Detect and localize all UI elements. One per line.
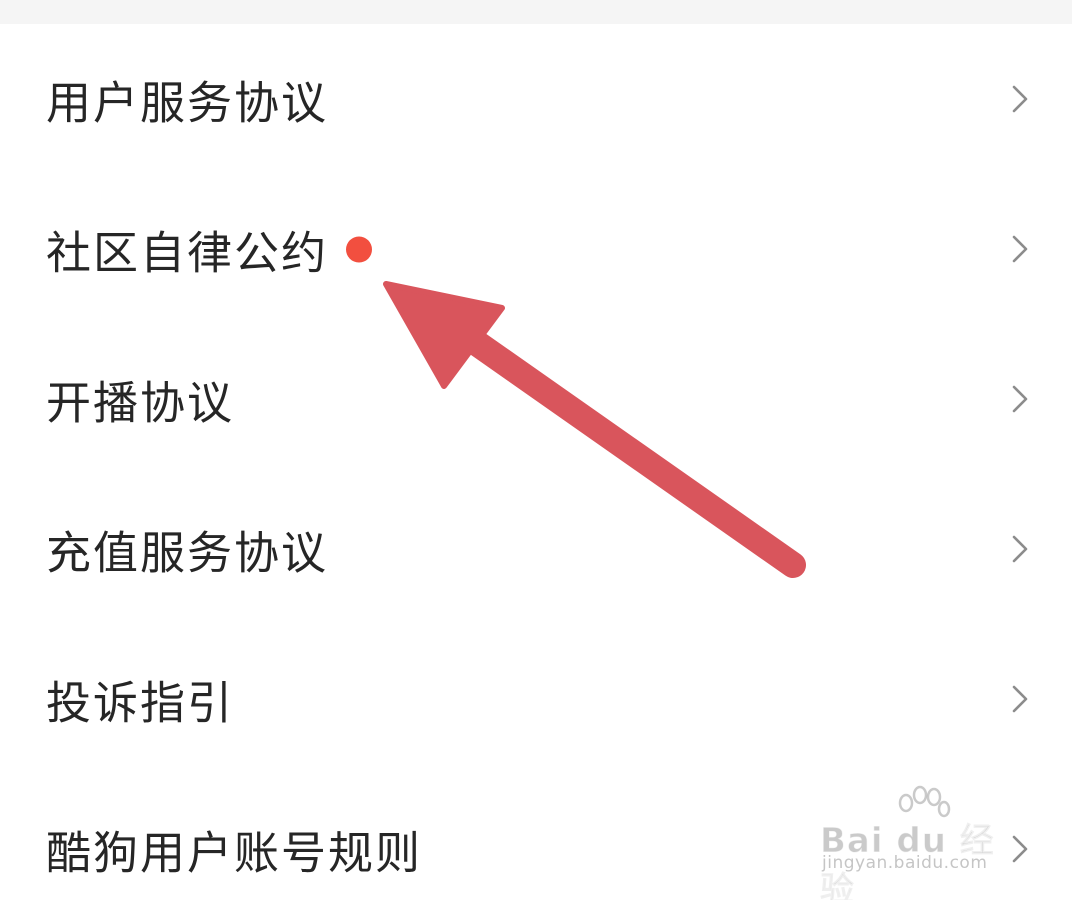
menu-item-complaint-guide[interactable]: 投诉指引 — [0, 624, 1072, 774]
chevron-right-icon — [1012, 685, 1028, 713]
chevron-right-icon — [1012, 535, 1028, 563]
chevron-right-icon — [1012, 235, 1028, 263]
menu-item-text: 开播协议 — [46, 376, 235, 430]
menu-item-kugou-account-rules[interactable]: 酷狗用户账号规则 — [0, 774, 1072, 900]
menu-item-text: 社区自律公约 — [46, 226, 329, 280]
top-divider-band — [0, 0, 1072, 24]
menu-item-text: 充值服务协议 — [46, 526, 329, 580]
menu-item-broadcast-agreement[interactable]: 开播协议 — [0, 324, 1072, 474]
chevron-right-icon — [1012, 85, 1028, 113]
menu-item-label: 社区自律公约 — [46, 217, 373, 282]
menu-item-text: 用户服务协议 — [46, 76, 329, 130]
menu-item-text: 酷狗用户账号规则 — [46, 826, 423, 880]
menu-item-label: 充值服务协议 — [46, 517, 328, 582]
menu-item-community-convention[interactable]: 社区自律公约 — [0, 174, 1072, 324]
new-badge-dot — [346, 236, 373, 262]
menu-item-text: 投诉指引 — [46, 676, 235, 730]
chevron-right-icon — [1012, 835, 1028, 863]
menu-item-label: 投诉指引 — [46, 667, 234, 732]
menu-item-label: 开播协议 — [46, 367, 234, 432]
menu-item-label: 用户服务协议 — [46, 67, 328, 132]
settings-screen: 用户服务协议 社区自律公约 开播协议 充值服务协议 投诉指引 酷狗用户账号规则 … — [0, 0, 1072, 900]
menu-item-label: 酷狗用户账号规则 — [46, 817, 422, 882]
agreement-menu-list: 用户服务协议 社区自律公约 开播协议 充值服务协议 投诉指引 酷狗用户账号规则 — [0, 24, 1072, 900]
chevron-right-icon — [1012, 385, 1028, 413]
menu-item-user-service-agreement[interactable]: 用户服务协议 — [0, 24, 1072, 174]
menu-item-recharge-service-agreement[interactable]: 充值服务协议 — [0, 474, 1072, 624]
